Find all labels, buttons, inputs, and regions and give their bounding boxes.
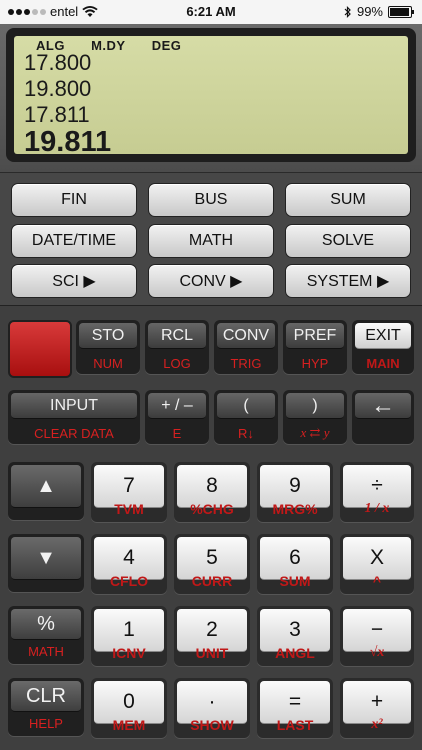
down-arrow-icon: ▼ [11, 537, 81, 580]
key-9[interactable]: 9 MRG% [257, 462, 333, 522]
key-3[interactable]: 3 ANGL [257, 606, 333, 666]
sci-menu-button[interactable]: SCI ▶ [11, 264, 137, 298]
status-bar: entel 6:21 AM 99% [0, 0, 422, 24]
math-menu-button[interactable]: MATH [148, 224, 274, 258]
battery-percent: 99% [356, 4, 383, 19]
system-menu-button[interactable]: SYSTEM ▶ [285, 264, 411, 298]
key-1-shift-label: ICNV [112, 645, 146, 661]
key-3-shift-label: ANGL [275, 645, 315, 661]
multiply-key[interactable]: X ^ [340, 534, 414, 594]
clear-key[interactable]: CLR HELP [8, 678, 84, 736]
input-key[interactable]: INPUT CLEAR DATA [8, 390, 140, 444]
key-7[interactable]: 7 TVM [91, 462, 167, 522]
clear-key-shift-label: HELP [29, 716, 63, 731]
keypad: STO NUM RCL LOG CONV TRIG PREF HYP EXIT … [0, 304, 422, 750]
key-8[interactable]: 8 %CHG [174, 462, 250, 522]
up-arrow-icon: ▲ [11, 465, 81, 508]
indicator-date-format: M.DY [91, 38, 126, 53]
percent-key[interactable]: % MATH [8, 606, 84, 664]
left-paren-key[interactable]: ( R↓ [214, 390, 278, 444]
lcd-frame: ALG M.DY DEG 17.800 19.800 17.811 19.811 [6, 28, 416, 162]
up-arrow-key[interactable]: ▲ [8, 462, 84, 520]
multiply-key-shift-label: ^ [372, 573, 382, 589]
decimal-key[interactable]: · SHOW [174, 678, 250, 738]
sto-key-shift-label: NUM [93, 356, 123, 371]
sign-key-label: + / – [148, 393, 206, 419]
right-paren-key[interactable]: ) x ⇄ y [283, 390, 347, 444]
key-2[interactable]: 2 UNIT [174, 606, 250, 666]
equals-key-shift-label: LAST [276, 717, 314, 733]
sum-menu-button[interactable]: SUM [285, 183, 411, 217]
stack-line-1: 17.800 [24, 50, 92, 75]
key-5-shift-label: CURR [191, 573, 233, 589]
backspace-key[interactable]: ← [352, 390, 414, 444]
conv-menu-button[interactable]: CONV ▶ [148, 264, 274, 298]
key-2-shift-label: UNIT [195, 645, 229, 661]
solve-menu-button[interactable]: SOLVE [285, 224, 411, 258]
divide-key-shift-label: 1 / x [364, 501, 390, 516]
sto-key-label: STO [79, 323, 137, 349]
backspace-icon: ← [355, 392, 411, 419]
swap-key-shift-label: x ⇄ y [300, 425, 330, 440]
display-area: ALG M.DY DEG 17.800 19.800 17.811 19.811 [0, 24, 422, 172]
key-4[interactable]: 4 CFLO [91, 534, 167, 594]
input-key-label: INPUT [11, 393, 137, 419]
divide-key[interactable]: ÷ 1 / x [340, 462, 414, 522]
indicator-angle-unit: DEG [151, 38, 182, 53]
bluetooth-icon [344, 5, 351, 18]
fin-menu-button[interactable]: FIN [11, 183, 137, 217]
down-arrow-key[interactable]: ▼ [8, 534, 84, 592]
rcl-key[interactable]: RCL LOG [145, 320, 209, 374]
key-1[interactable]: 1 ICNV [91, 606, 167, 666]
shift-key[interactable] [8, 320, 72, 378]
sign-key[interactable]: + / – E [145, 390, 209, 444]
key-7-shift-label: TVM [114, 501, 144, 517]
conv-key-label: CONV [217, 323, 275, 349]
rcl-key-label: RCL [148, 323, 206, 349]
equals-key[interactable]: = LAST [257, 678, 333, 738]
stack-line-2: 19.800 [24, 76, 92, 101]
key-8-shift-label: %CHG [190, 501, 234, 517]
rcl-key-shift-label: LOG [163, 356, 191, 371]
exit-key-label: EXIT [355, 323, 411, 349]
exit-key[interactable]: EXIT MAIN [352, 320, 414, 374]
battery-icon [388, 5, 414, 18]
key-6[interactable]: 6 SUM [257, 534, 333, 594]
key-9-shift-label: MRG% [272, 501, 318, 517]
input-key-shift-label: CLEAR DATA [34, 426, 114, 441]
plus-key[interactable]: + x² [340, 678, 414, 738]
decimal-key-shift-label: SHOW [190, 717, 234, 733]
right-paren-key-label: ) [286, 393, 344, 419]
status-right: 99% [344, 4, 414, 19]
percent-key-shift-label: MATH [28, 644, 64, 659]
minus-key-shift-label: √x [369, 645, 385, 660]
conv-key-shift-label: TRIG [230, 356, 262, 371]
pref-key-shift-label: HYP [301, 356, 329, 371]
lcd-screen: ALG M.DY DEG 17.800 19.800 17.811 19.811 [14, 36, 408, 154]
left-paren-key-shift-label: R↓ [238, 426, 254, 441]
exit-key-shift-label: MAIN [366, 356, 400, 371]
key-4-shift-label: CFLO [109, 573, 149, 589]
datetime-menu-button[interactable]: DATE/TIME [11, 224, 137, 258]
menu-area: FIN BUS SUM DATE/TIME MATH SOLVE SCI ▶ C… [0, 172, 422, 306]
sign-key-shift-label: E [172, 426, 182, 441]
bus-menu-button[interactable]: BUS [148, 183, 274, 217]
key-6-shift-label: SUM [279, 573, 311, 589]
left-paren-key-label: ( [217, 393, 275, 419]
display-value: 19.811 [24, 126, 112, 154]
stack-line-3: 17.811 [24, 102, 90, 127]
sto-key[interactable]: STO NUM [76, 320, 140, 374]
clear-key-label: CLR [11, 681, 81, 712]
percent-key-label: % [11, 609, 81, 640]
conv-key[interactable]: CONV TRIG [214, 320, 278, 374]
pref-key-label: PREF [286, 323, 344, 349]
key-5[interactable]: 5 CURR [174, 534, 250, 594]
key-0-shift-label: MEM [112, 717, 146, 733]
pref-key[interactable]: PREF HYP [283, 320, 347, 374]
plus-key-shift-label: x² [371, 717, 383, 732]
minus-key[interactable]: − √x [340, 606, 414, 666]
key-0[interactable]: 0 MEM [91, 678, 167, 738]
